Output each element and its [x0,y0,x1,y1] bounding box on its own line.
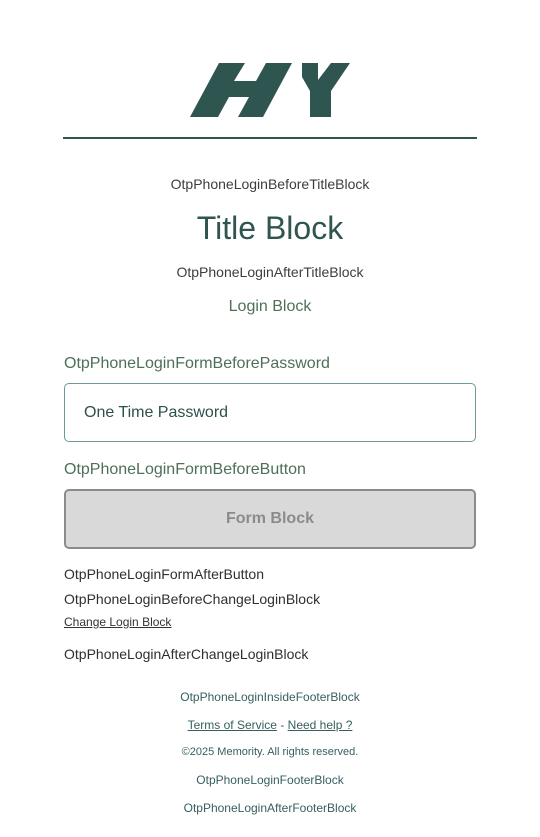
footer-separator: - [280,718,285,732]
after-title-block: OtpPhoneLoginAfterTitleBlock [176,264,364,280]
change-login-link[interactable]: Change Login Block [64,615,171,629]
login-block: Login Block [228,298,312,315]
form-before-button-block: OtpPhoneLoginFormBeforeButton [64,461,306,478]
header-divider [63,137,477,139]
terms-of-service-link[interactable]: Terms of Service [188,718,277,732]
memority-logo: MY [190,63,350,117]
copyright-text: ©2025 Memority. All rights reserved. [181,746,359,758]
form-submit-button[interactable]: Form Block [64,489,476,549]
footer-links: Terms of Service - Need help ? [0,718,540,732]
after-change-login-block: OtpPhoneLoginAfterChangeLoginBlock [64,646,309,662]
inside-footer-block: OtpPhoneLoginInsideFooterBlock [180,690,360,704]
footer-block: OtpPhoneLoginFooterBlock [196,773,344,787]
logo-m-shape [190,63,292,117]
before-change-login-block: OtpPhoneLoginBeforeChangeLoginBlock [64,591,321,607]
before-title-block: OtpPhoneLoginBeforeTitleBlock [170,176,370,192]
page-title: Title Block [196,210,344,246]
one-time-password-input[interactable] [64,383,476,442]
otp-phone-login-page: MY OtpPhoneLoginBeforeTitleBlock Title B… [0,0,540,837]
form-before-password-block: OtpPhoneLoginFormBeforePassword [64,355,330,372]
need-help-link[interactable]: Need help ? [288,718,353,732]
form-after-button-block: OtpPhoneLoginFormAfterButton [64,566,265,582]
after-footer-block: OtpPhoneLoginAfterFooterBlock [183,801,357,815]
logo-y-shape [302,63,350,117]
